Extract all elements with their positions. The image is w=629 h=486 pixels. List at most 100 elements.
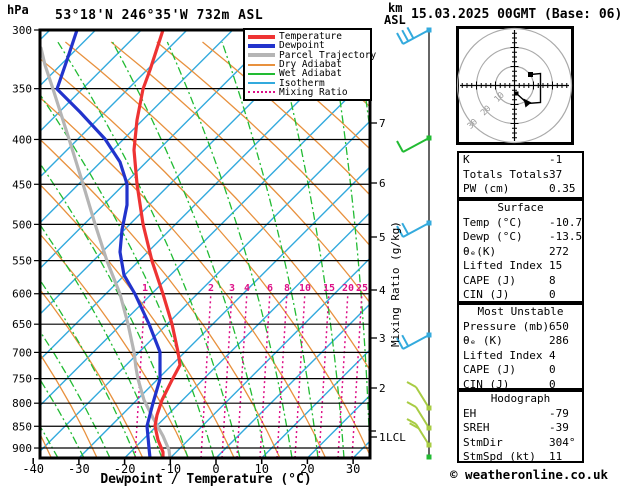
mixing-ratio-value: 10 (299, 283, 311, 294)
temperature-axis-title: Dewpoint / Temperature (°C) (100, 472, 312, 486)
mixing-ratio-axis-title: Mixing Ratio (g/kg) (389, 221, 402, 347)
km-tick-label: 4 (379, 284, 386, 297)
mixing-ratio-value: 15 (323, 283, 335, 294)
legend-swatch-mixing-ratio (248, 91, 275, 94)
pressure-tick-label: 450 (12, 178, 32, 191)
table-row: StmDir 304° (459, 436, 582, 451)
table-row-label: CIN (J) (463, 288, 510, 301)
copyright-text: © weatheronline.co.uk (450, 467, 609, 482)
pressure-tick-label: 600 (12, 288, 32, 301)
legend-swatch-parcel-trajectory (248, 53, 275, 58)
table-row-value: 0.35 (549, 182, 576, 195)
mixing-ratio-value: 25 (356, 283, 368, 294)
table-row-value: 4 (549, 348, 556, 362)
pressure-tick-label: 550 (12, 255, 32, 268)
pressure-tick-label: 750 (12, 373, 32, 386)
km-tick-label: 1 (379, 431, 386, 444)
pressure-axis-unit: hPa (7, 3, 29, 17)
table-row-value: -79 (549, 406, 569, 420)
table-row: StmSpd (kt) 11 (459, 450, 582, 465)
table-row-value: 0 (549, 288, 556, 301)
altitude-axis-unit2: ASL (384, 13, 406, 27)
legend-swatch-dry-adiabat (248, 63, 275, 66)
table-row-label: CAPE (J) (463, 363, 516, 376)
indices-table-1: Surface Temp (°C) -10.7 Dewp (°C) -13.5 θₑ(K)… (457, 199, 584, 303)
pressure-tick-label: 400 (12, 133, 32, 146)
table-row: Totals Totals 37 (459, 168, 582, 183)
table-row: Temp (°C) -10.7 (459, 216, 582, 231)
table-row: CAPE (J) 8 (459, 274, 582, 289)
km-tick-label: 3 (379, 332, 386, 345)
table-row: Lifted Index 4 (459, 349, 582, 364)
km-tick-label: 6 (379, 177, 386, 190)
pressure-tick-label: 350 (12, 83, 32, 96)
mixing-ratio-value: 1 (142, 283, 148, 294)
table-row-label: EH (463, 406, 477, 420)
table-row-label: Totals Totals (463, 167, 550, 181)
table-row-label: Temp (°C) (463, 215, 523, 229)
skewt-sounding-page: 1 2 3 4 6 8 10 15 20 25 300 350 400 450 500 550 600 650 70… (0, 0, 629, 486)
page-title: 53°18'N 246°35'W 732m ASL (55, 8, 264, 23)
hodograph-plot: 102030 (456, 26, 574, 145)
table-row-value: 37 (549, 167, 563, 181)
table-row: SREH -39 (459, 421, 582, 436)
table-row-value: 0 (549, 363, 556, 376)
run-datetime: 15.03.2025 00GMT (Base: 06) (411, 7, 623, 22)
mixing-ratio-value: 8 (284, 283, 290, 294)
wind-barb (396, 332, 432, 350)
table-row-value: -39 (549, 421, 569, 434)
mixing-ratio-value: 20 (342, 283, 354, 294)
table-row-value: 304° (549, 435, 576, 449)
indices-table-2: Most Unstable Pressure (mb) 650 θₑ (K) 286 Li… (457, 303, 584, 391)
indices-table-3: Hodograph EH -79 SREH -39 StmDir 304° StmSpd (k… (457, 390, 584, 463)
table-row: EH -79 (459, 407, 582, 422)
table-row-label: StmSpd (kt) (463, 450, 536, 463)
table-row: CIN (J) 0 (459, 288, 582, 303)
table-row-label: SREH (463, 421, 490, 434)
km-tick-label: 2 (379, 382, 386, 395)
table-row-value: -10.7 (549, 215, 583, 229)
pressure-tick-label: 900 (12, 442, 32, 455)
table-row: Dewp (°C) -13.5 (459, 230, 582, 245)
table-row: CAPE (J) 0 (459, 363, 582, 378)
table-row-label: θₑ (K) (463, 334, 503, 347)
table-row: Pressure (mb) 650 (459, 320, 582, 335)
legend-item: Mixing Ratio (248, 88, 369, 97)
table-row-label: Lifted Index (463, 259, 543, 272)
pressure-tick-label: 500 (12, 218, 32, 231)
wind-barb (396, 26, 432, 45)
wind-barb (406, 381, 432, 411)
km-tick-label: 7 (379, 117, 386, 130)
table-row-value: 650 (549, 319, 569, 333)
pressure-tick-label: 300 (12, 24, 32, 37)
table-header: Most Unstable (477, 305, 564, 318)
table-row-value: 286 (549, 334, 569, 347)
table-row-label: CAPE (J) (463, 273, 516, 287)
pressure-tick-label: 650 (12, 318, 32, 331)
mixing-ratio-value: 4 (244, 283, 250, 294)
table-row-value: 272 (549, 244, 569, 258)
mixing-ratio-value: 6 (267, 283, 273, 294)
wind-barb (396, 220, 432, 238)
legend-swatch-dewpoint (248, 43, 275, 48)
legend-swatch-temperature (248, 34, 275, 39)
table-row-value: 8 (549, 273, 556, 287)
legend-box: Temperature Dewpoint Parcel Trajectory Dry … (243, 28, 376, 102)
lcl-label: LCL (386, 431, 406, 444)
dewpoint-curve (55, 30, 162, 458)
table-row: Lifted Index 15 (459, 259, 582, 274)
mixing-ratio-value: 3 (229, 283, 235, 294)
table-row-label: Lifted Index (463, 348, 543, 362)
table-row: K -1 (459, 153, 582, 168)
table-header: Surface (497, 201, 544, 214)
table-row-value: 15 (549, 259, 563, 272)
table-row: θₑ (K) 286 (459, 334, 582, 349)
table-row-label: Pressure (mb) (463, 319, 550, 333)
legend-swatch-isotherm (248, 82, 275, 85)
pressure-tick-label: 850 (12, 420, 32, 433)
table-row-label: K (463, 153, 470, 166)
table-header: Hodograph (490, 392, 551, 405)
pressure-tick-label: 800 (12, 397, 32, 410)
table-row: θₑ(K) 272 (459, 245, 582, 260)
legend-label: Mixing Ratio (279, 86, 348, 98)
